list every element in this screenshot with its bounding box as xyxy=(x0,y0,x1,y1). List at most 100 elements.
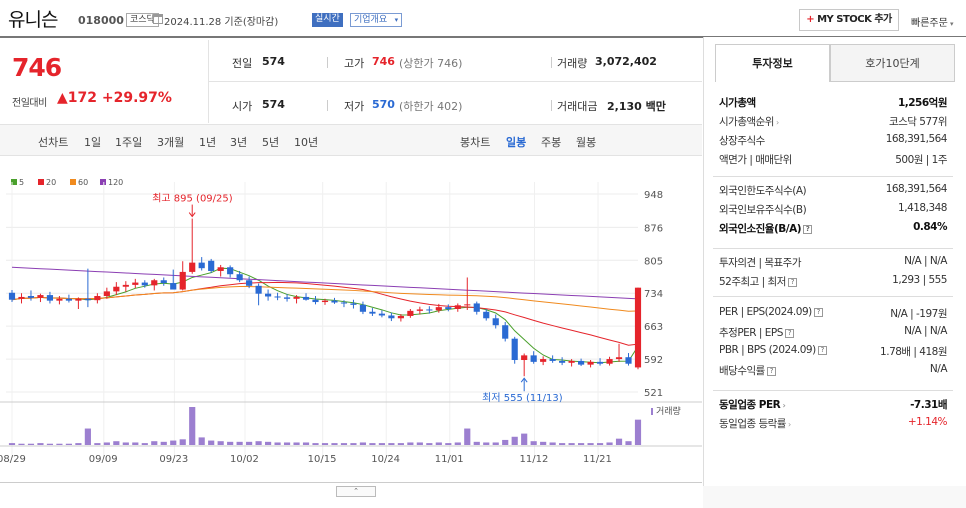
candle-body xyxy=(416,309,423,311)
volume-bar xyxy=(132,442,139,445)
volume-bar xyxy=(37,443,44,445)
period-3m[interactable]: 3개월 xyxy=(157,134,184,150)
volume-label: 거래량 xyxy=(656,405,681,417)
volume-bar xyxy=(350,443,357,445)
invest-row[interactable]: 52주최고 | 최저? 1,293 | 555 xyxy=(719,274,947,292)
quick-order-button[interactable]: 빠른주문 ▾ xyxy=(911,14,954,29)
plus-icon: + xyxy=(806,14,815,25)
invest-row: 투자의견 | 목표주가 N/A | N/A xyxy=(719,255,947,273)
candle-body xyxy=(445,307,452,309)
volume-bar xyxy=(141,443,148,445)
period-10y[interactable]: 10년 xyxy=(294,134,318,150)
candle-chart-label: 봉차트 xyxy=(460,136,491,149)
candle-body xyxy=(502,325,509,339)
invest-row-value: 1,418,348 xyxy=(898,202,947,214)
candle-body xyxy=(426,309,433,311)
volume-bar xyxy=(18,443,25,445)
volume-bar xyxy=(416,442,423,445)
candle-body xyxy=(340,302,348,304)
collapse-button[interactable]: ⌃ xyxy=(336,486,376,497)
candle-weekly[interactable]: 주봉 xyxy=(541,134,561,150)
volume-bar xyxy=(94,443,101,445)
invest-row-value: 168,391,564 xyxy=(885,183,948,195)
volume-bar xyxy=(568,443,575,445)
invest-row-value: +1.14% xyxy=(907,416,948,428)
company-info-label: 기업개요 xyxy=(354,15,388,25)
period-1y[interactable]: 1년 xyxy=(199,134,216,150)
volume-bar xyxy=(559,443,566,445)
volume-bar xyxy=(596,443,604,445)
volume-bar xyxy=(170,440,177,445)
y-tick-label: 663 xyxy=(644,322,663,333)
invest-row[interactable]: 동일업종 등락률 › +1.14% xyxy=(719,416,948,434)
y-tick-label: 734 xyxy=(644,289,663,300)
invest-row-value: N/A xyxy=(929,363,948,375)
add-mystock-button[interactable]: + MY STOCK 추가 xyxy=(799,9,899,31)
price-chart[interactable]: 948 876 805 734 663 592 521 08/29 09/09 09/23 10/0… xyxy=(0,158,702,480)
company-info-dropdown[interactable]: 기업개요 ▾ xyxy=(350,13,403,27)
volume-bar xyxy=(502,439,509,445)
candle-monthly[interactable]: 월봉 xyxy=(576,134,596,150)
volume-bar xyxy=(312,443,319,445)
candle-body xyxy=(549,359,556,361)
period-1d[interactable]: 1일 xyxy=(84,134,101,150)
period-1w[interactable]: 1주일 xyxy=(115,134,142,150)
candle-body xyxy=(397,315,404,319)
invest-row[interactable]: 동일업종 PER › -7.31배 xyxy=(719,397,947,415)
y-tick-label: 876 xyxy=(644,223,663,234)
period-5y[interactable]: 5년 xyxy=(262,134,279,150)
invest-row-value: 168,391,564 xyxy=(885,133,948,145)
invest-row: 시가총액 1,256억원 xyxy=(719,95,948,113)
candle-body xyxy=(473,303,480,312)
invest-row-value: 0.84% xyxy=(913,221,947,233)
invest-row-label: 시가총액 xyxy=(719,97,756,109)
y-tick-label: 805 xyxy=(644,256,663,267)
volume-bar xyxy=(397,443,404,445)
help-icon[interactable]: ? xyxy=(813,308,823,317)
candle-body xyxy=(578,360,585,365)
change-label: 전일대비 xyxy=(12,98,47,109)
invest-row[interactable]: 외국인소진율(B/A)? 0.84% xyxy=(719,221,947,239)
tab-invest-info[interactable]: 투자정보 xyxy=(715,44,830,82)
invest-row: 외국인한도주식수(A) 168,391,564 xyxy=(719,183,948,201)
upper-limit: (상한가 746) xyxy=(399,57,463,70)
volume-legend-swatch xyxy=(651,408,653,415)
invest-row-label: PER | EPS(2024.09)? xyxy=(719,306,823,318)
candle-body xyxy=(217,267,224,271)
volume-bar xyxy=(113,441,120,445)
chevron-right-icon: › xyxy=(780,401,786,410)
high-annotation: 최고 895 (09/25) xyxy=(152,193,233,205)
candle-daily[interactable]: 일봉 xyxy=(506,134,526,150)
help-icon[interactable]: ? xyxy=(766,367,776,376)
invest-row-value: -7.31배 xyxy=(910,399,947,411)
candle-body xyxy=(8,292,16,300)
realtime-badge[interactable]: 실시간 xyxy=(312,13,343,27)
candle-body xyxy=(283,297,291,299)
chevron-down-icon: ▾ xyxy=(947,20,954,28)
invest-row[interactable]: 배당수익률? N/A xyxy=(719,363,948,381)
candle-body xyxy=(540,359,547,362)
volume-bar xyxy=(8,443,16,445)
tab-orderbook[interactable]: 호가10단계 xyxy=(830,44,955,82)
candle-body xyxy=(587,361,594,365)
help-icon[interactable]: ? xyxy=(784,329,794,338)
separator xyxy=(327,100,328,111)
period-3y[interactable]: 3년 xyxy=(230,134,247,150)
candle-body xyxy=(359,304,367,312)
candle-body xyxy=(530,355,537,362)
help-icon[interactable]: ? xyxy=(787,278,797,287)
candle-body xyxy=(615,357,623,360)
invest-row[interactable]: PER | EPS(2024.09)? N/A | -197원 xyxy=(719,306,947,324)
invest-row[interactable]: 추정PER | EPS? N/A | N/A xyxy=(719,325,947,343)
volume-bar xyxy=(217,441,224,445)
candle-body xyxy=(369,311,376,314)
change-value: ▲172 +29.97% xyxy=(57,90,172,106)
invest-row[interactable]: PBR | BPS (2024.09)? 1.78배 | 418원 xyxy=(719,344,947,362)
invest-row[interactable]: 시가총액순위 › 코스닥 577위 xyxy=(719,114,948,132)
invest-row-label: 동일업종 PER › xyxy=(719,399,786,411)
candle-body xyxy=(606,359,613,364)
ma5-line xyxy=(11,267,639,364)
help-icon[interactable]: ? xyxy=(817,346,827,355)
help-icon[interactable]: ? xyxy=(803,225,813,234)
invest-row-value: N/A | N/A xyxy=(904,325,947,337)
